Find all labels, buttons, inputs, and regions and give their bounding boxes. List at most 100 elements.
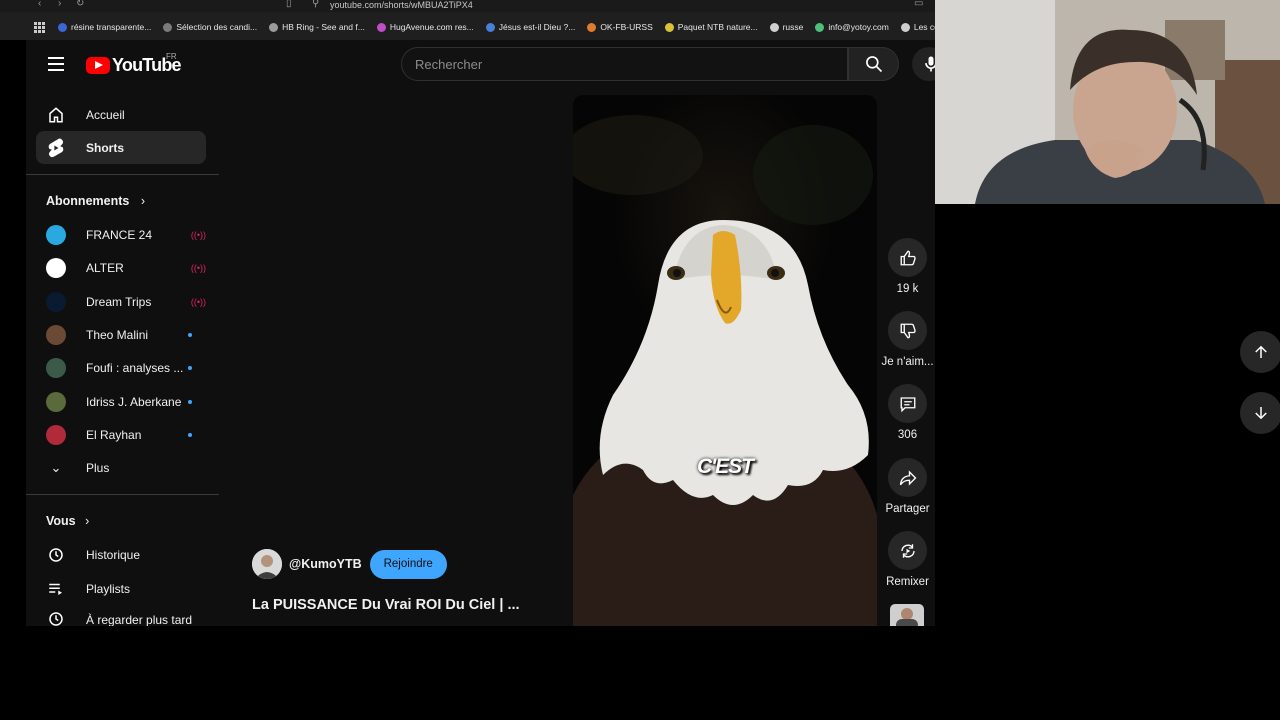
channel-avatar xyxy=(46,258,66,278)
subscription-item[interactable]: Theo Malini xyxy=(46,322,206,348)
bookmark-label: Sélection des candi... xyxy=(176,22,258,32)
sidebar-item-home[interactable]: Accueil xyxy=(36,98,206,131)
new-content-dot xyxy=(188,333,192,337)
bookmark-item[interactable]: Jésus est-il Dieu ?... xyxy=(485,22,576,32)
bookmark-star-icon[interactable]: ▯ xyxy=(286,0,292,9)
address-bar[interactable]: ‹ › ↻ ▯ ⚲ youtube.com/shorts/wMBUA2TiPX4… xyxy=(0,0,935,12)
playlist-icon xyxy=(46,579,66,599)
shorts-icon xyxy=(46,138,66,158)
new-content-dot xyxy=(188,366,192,370)
history-icon xyxy=(46,545,66,565)
live-indicator-icon: ((•)) xyxy=(190,230,206,240)
chevron-right-icon: › xyxy=(140,194,145,208)
bookmark-favicon-icon xyxy=(58,22,67,32)
bookmark-label: Jésus est-il Dieu ?... xyxy=(498,22,576,32)
chevron-right-icon: › xyxy=(85,514,90,528)
bookmark-label: info@yotoy.com xyxy=(828,22,889,32)
bookmark-item[interactable]: HugAvenue.com res... xyxy=(376,22,474,32)
new-content-dot xyxy=(188,400,192,404)
search-input[interactable]: Rechercher xyxy=(401,47,848,81)
comment-count: 306 xyxy=(897,429,918,441)
bookmark-item[interactable]: info@yotoy.com xyxy=(815,22,889,32)
subscriptions-title: Abonnements xyxy=(46,194,130,208)
thumbs-down-icon xyxy=(900,323,916,338)
bookmark-favicon-icon xyxy=(587,22,597,32)
sidebar-item-watch-later[interactable]: À regarder plus tard xyxy=(46,609,206,626)
bookmark-item[interactable]: Sélection des candi... xyxy=(163,22,257,32)
subscription-item[interactable]: Dream Trips ((•)) xyxy=(46,289,206,315)
search-placeholder: Rechercher xyxy=(415,57,483,72)
bookmark-label: russe xyxy=(782,22,804,32)
dislike-button[interactable] xyxy=(888,311,927,350)
join-button[interactable]: Rejoindre xyxy=(369,549,447,579)
youtube-play-icon xyxy=(86,57,110,74)
bookmark-favicon-icon xyxy=(815,22,825,32)
subscription-item[interactable]: ALTER ((•)) xyxy=(46,255,206,281)
subscription-label: FRANCE 24 xyxy=(86,228,153,242)
subscription-item[interactable]: Foufi : analyses ... xyxy=(46,355,206,381)
url-text[interactable]: youtube.com/shorts/wMBUA2TiPX4 xyxy=(330,0,473,10)
bookmark-favicon-icon xyxy=(664,22,674,32)
subscriptions-heading[interactable]: Abonnements › xyxy=(46,194,145,208)
bookmark-item[interactable]: HB Ring - See and f... xyxy=(269,22,365,32)
search-button[interactable] xyxy=(848,47,899,81)
video-caption: C'EST xyxy=(696,455,754,478)
bookmark-favicon-icon xyxy=(163,22,173,32)
bookmark-item[interactable]: OK-FB-URSS xyxy=(587,22,653,32)
bookmark-favicon-icon xyxy=(900,22,910,32)
bookmark-label: résine transparente... xyxy=(71,22,152,32)
bookmark-item[interactable]: résine transparente... xyxy=(58,22,151,32)
youtube-logo[interactable]: YouTube FR xyxy=(86,52,182,76)
arrow-up-icon xyxy=(1255,345,1267,358)
channel-avatar xyxy=(46,425,66,445)
sidebar-item-label: À regarder plus tard xyxy=(86,613,193,626)
bookmark-favicon-icon xyxy=(769,22,779,32)
sidebar-item-history[interactable]: Historique xyxy=(46,542,206,568)
webcam-person-image xyxy=(935,0,1280,204)
bookmark-favicon-icon xyxy=(376,22,386,32)
you-title: Vous xyxy=(46,514,76,528)
subscription-item[interactable]: FRANCE 24 ((•)) xyxy=(46,222,206,248)
like-count: 19 k xyxy=(896,283,919,295)
forward-icon[interactable]: › xyxy=(58,0,61,9)
short-video-player[interactable]: C'EST xyxy=(573,95,877,626)
channel-avatar[interactable] xyxy=(252,549,282,579)
channel-handle[interactable]: @KumoYTB xyxy=(289,557,362,571)
bookmark-label: HugAvenue.com res... xyxy=(389,22,474,32)
channel-avatar xyxy=(46,292,66,312)
share-button[interactable] xyxy=(888,458,927,497)
remix-button[interactable] xyxy=(888,531,927,570)
previous-short-button[interactable] xyxy=(1240,331,1280,373)
like-button[interactable] xyxy=(888,238,927,277)
show-more-button[interactable]: ⌄ Plus xyxy=(46,455,206,481)
back-icon[interactable]: ‹ xyxy=(38,0,41,9)
you-heading[interactable]: Vous › xyxy=(46,514,89,528)
bookmarks-bar: résine transparente... Sélection des cand… xyxy=(0,16,957,38)
subscription-label: El Rayhan xyxy=(86,428,142,442)
menu-icon[interactable] xyxy=(48,57,64,71)
apps-grid-icon[interactable] xyxy=(34,22,45,33)
dislike-label: Je n'aim... xyxy=(881,356,934,368)
live-indicator-icon: ((•)) xyxy=(190,263,206,273)
sidebar-item-playlists[interactable]: Playlists xyxy=(46,576,206,602)
tab-overview-icon[interactable]: ▭ xyxy=(914,0,923,9)
next-short-button[interactable] xyxy=(1240,392,1280,434)
site-info-icon[interactable]: ⚲ xyxy=(312,0,319,9)
reload-icon[interactable]: ↻ xyxy=(76,0,84,9)
sidebar-item-shorts[interactable]: Shorts xyxy=(36,131,206,164)
bookmark-item[interactable]: russe xyxy=(769,22,804,32)
subscription-item[interactable]: El Rayhan xyxy=(46,422,206,448)
sound-avatar[interactable] xyxy=(890,604,924,626)
search-icon xyxy=(866,56,883,73)
arrow-down-icon xyxy=(1255,407,1267,420)
subscription-label: Foufi : analyses ... xyxy=(86,361,184,375)
sidebar-divider xyxy=(26,174,219,175)
comments-button[interactable] xyxy=(888,384,927,423)
live-indicator-icon: ((•)) xyxy=(190,297,206,307)
channel-avatar xyxy=(46,392,66,412)
bookmark-item[interactable]: Paquet NTB nature... xyxy=(664,22,758,32)
country-code: FR xyxy=(166,52,177,61)
video-title[interactable]: La PUISSANCE Du Vrai ROI Du Ciel | ... xyxy=(252,597,520,613)
subscription-item[interactable]: Idriss J. Aberkane xyxy=(46,389,206,415)
browser-chrome: ‹ › ↻ ▯ ⚲ youtube.com/shorts/wMBUA2TiPX4… xyxy=(0,0,957,40)
